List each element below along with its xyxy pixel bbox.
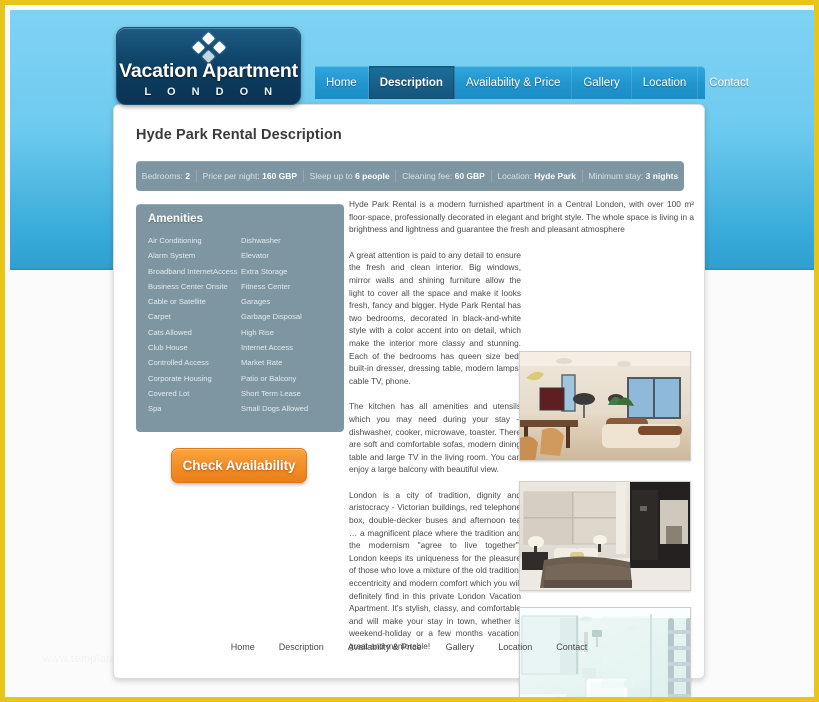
fact-location-value: Hyde Park — [534, 171, 576, 181]
description-intro-paragraph: Hyde Park Rental is a modern furnished a… — [349, 199, 694, 235]
amenity-item: High Rise — [241, 327, 274, 337]
footer-nav-item-description[interactable]: Description — [279, 642, 324, 652]
site-logo[interactable]: Vacation Apartment L O N D O N — [116, 27, 301, 105]
amenity-item: Air Conditioning — [148, 236, 202, 245]
fact-bedrooms: Bedrooms: 2 — [136, 170, 197, 182]
amenity-item: Cable or Satellite — [148, 297, 206, 307]
fact-sleeps-label: Sleep up to — [309, 171, 353, 181]
content-card: Hyde Park Rental Description Bedrooms: 2… — [113, 104, 705, 697]
fact-min-stay-value: 3 nights — [645, 171, 679, 181]
nav-item-description[interactable]: Description — [368, 66, 455, 99]
amenity-item: Garbage Disposal — [241, 312, 302, 322]
bedroom-photo — [519, 481, 691, 591]
footer-nav-item-gallery[interactable]: Gallery — [446, 642, 475, 652]
amenities-title: Amenities — [148, 213, 203, 225]
fact-sleeps-value: 6 people — [355, 171, 390, 181]
description-paragraph-2: A great attention is paid to any detail … — [349, 249, 521, 386]
amenity-item: Internet Access — [241, 343, 293, 353]
footer-nav-item-location[interactable]: Location — [498, 642, 532, 652]
amenity-item: Patio or Balcony — [241, 373, 297, 383]
amenity-item: Short Term Lease — [241, 388, 301, 398]
nav-item-home[interactable]: Home — [315, 66, 369, 99]
amenity-item: Spa — [148, 404, 162, 414]
nav-item-contact[interactable]: Contact — [698, 66, 760, 99]
primary-navigation[interactable]: Home Description Availability & Price Ga… — [315, 66, 749, 99]
page-title: Hyde Park Rental Description — [136, 127, 342, 143]
amenity-item: Corporate Housing — [148, 373, 212, 383]
amenities-column-left: Air Conditioning Alarm System Broadband … — [148, 233, 241, 417]
fact-sleeps: Sleep up to 6 people — [304, 170, 397, 182]
amenities-column-right: Dishwasher Elevator Extra Storage Fitnes… — [241, 233, 334, 417]
living-room-photo — [519, 351, 691, 461]
logo-subtitle: L O N D O N — [144, 86, 279, 98]
amenity-item: Garages — [241, 297, 271, 307]
nav-item-location[interactable]: Location — [632, 66, 699, 99]
footer-nav-item-home[interactable]: Home — [231, 642, 255, 652]
amenity-item: Business Center Onsite — [148, 281, 228, 291]
description-paragraph-3: The kitchen has all amenities and utensi… — [349, 401, 521, 475]
fact-price-label: Price per night: — [202, 171, 260, 181]
check-availability-button[interactable]: Check Availability — [171, 448, 307, 483]
amenity-item: Small Dogs Allowed — [241, 404, 309, 414]
amenity-item: Club House — [148, 343, 188, 353]
fact-location-label: Location: — [497, 171, 532, 181]
amenity-item: Broadband InternetAccess — [148, 266, 238, 276]
nav-item-gallery[interactable]: Gallery — [572, 66, 632, 99]
fact-cleaning-value: 60 GBP — [454, 171, 485, 181]
fact-bedrooms-label: Bedrooms: — [141, 171, 183, 181]
amenity-item: Cats Allowed — [148, 327, 192, 337]
amenity-item: Alarm System — [148, 251, 196, 261]
fact-price-value: 160 GBP — [262, 171, 298, 181]
fact-minimum-stay: Minimum stay: 3 nights — [583, 170, 684, 182]
fact-cleaning-label: Cleaning fee: — [402, 171, 453, 181]
fact-location: Location: Hyde Park — [492, 170, 583, 182]
diamond-cluster-icon — [117, 32, 300, 63]
amenity-item: Dishwasher — [241, 236, 281, 245]
fact-bedrooms-value: 2 — [185, 171, 190, 181]
amenity-item: Carpet — [148, 312, 171, 322]
amenity-item: Market Rate — [241, 358, 283, 368]
page-frame: Vacation Apartment L O N D O N Home Desc… — [0, 0, 819, 702]
footer-nav-item-availability-price[interactable]: Availability & Price — [348, 642, 422, 652]
amenity-item: Controlled Access — [148, 358, 209, 368]
amenity-item: Elevator — [241, 251, 269, 261]
amenity-item: Covered Lot — [148, 388, 190, 398]
logo-title: Vacation Apartment — [119, 60, 298, 82]
amenity-item: Extra Storage — [241, 266, 288, 276]
description-paragraph-4: London is a city of tradition, dignity a… — [349, 489, 521, 651]
fact-price-per-night: Price per night: 160 GBP — [197, 170, 304, 182]
amenity-item: Fitness Center — [241, 281, 291, 291]
amenities-panel: Amenities Air Conditioning Alarm System … — [136, 204, 344, 432]
footer-nav-item-contact[interactable]: Contact — [556, 642, 587, 652]
bathroom-photo — [519, 607, 691, 697]
nav-item-availability-price[interactable]: Availability & Price — [455, 66, 573, 99]
property-facts-bar: Bedrooms: 2 Price per night: 160 GBP Sle… — [136, 161, 684, 191]
fact-min-stay-label: Minimum stay: — [588, 171, 644, 181]
footer-navigation[interactable]: Home Description Availability & Price Ga… — [114, 642, 704, 652]
fact-cleaning-fee: Cleaning fee: 60 GBP — [396, 170, 492, 182]
